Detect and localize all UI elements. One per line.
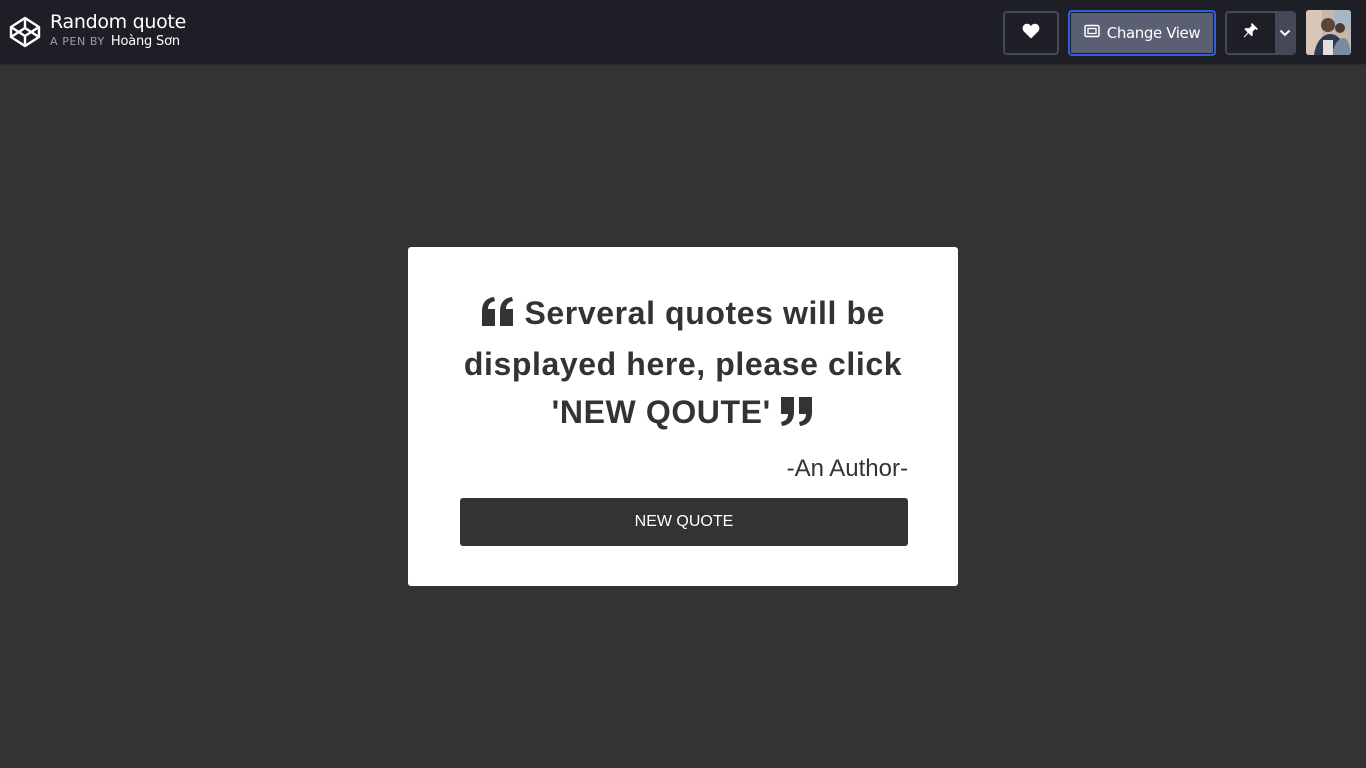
- user-avatar[interactable]: [1306, 10, 1351, 55]
- quote-author: -An Author-: [786, 455, 908, 482]
- pin-icon: [1243, 22, 1259, 45]
- change-view-button[interactable]: Change View: [1068, 10, 1216, 56]
- pen-title[interactable]: Random quote: [50, 11, 186, 34]
- pen-author-link[interactable]: Hoàng Sơn: [111, 34, 180, 49]
- chevron-down-icon: [1279, 24, 1291, 42]
- quote-box: Serveral quotes will be displayed here, …: [408, 247, 958, 586]
- quote-text: Serveral quotes will be displayed here, …: [463, 295, 903, 430]
- pen-byline: A PEN BY Hoàng Sơn: [50, 35, 186, 49]
- pin-button-group: [1225, 11, 1296, 55]
- heart-icon: [1022, 23, 1040, 44]
- change-view-label: Change View: [1106, 24, 1201, 42]
- view-icon: [1084, 24, 1100, 43]
- pin-menu-button[interactable]: [1275, 13, 1294, 53]
- pin-button[interactable]: [1227, 13, 1275, 53]
- quote-text-block: Serveral quotes will be displayed here, …: [438, 289, 928, 439]
- quote-right-icon: [780, 391, 814, 439]
- quote-left-icon: [481, 292, 515, 340]
- top-bar: Random quote A PEN BY Hoàng Sơn Change V…: [0, 0, 1366, 65]
- codepen-logo-icon[interactable]: [9, 16, 41, 48]
- like-button[interactable]: [1003, 11, 1059, 55]
- pen-info: Random quote A PEN BY Hoàng Sơn: [50, 11, 186, 49]
- new-quote-button[interactable]: NEW QUOTE: [460, 498, 908, 546]
- pen-by-label: A PEN BY: [50, 35, 105, 48]
